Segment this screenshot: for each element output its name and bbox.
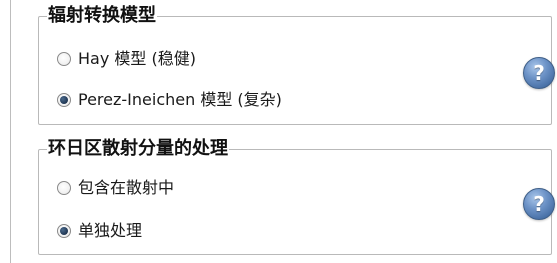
circumsolar-treatment-group: 环日区散射分量的处理 包含在散射中 单独处理 ? bbox=[38, 137, 555, 255]
separate-treatment-label[interactable]: 单独处理 bbox=[78, 220, 142, 242]
transposition-model-group: 辐射转换模型 Hay 模型 (稳健) Perez-Ineichen 模型 (复杂… bbox=[38, 4, 555, 125]
hay-model-radio[interactable] bbox=[57, 52, 71, 66]
hay-model-label[interactable]: Hay 模型 (稳健) bbox=[78, 48, 196, 70]
separate-treatment-option[interactable]: 单独处理 bbox=[57, 220, 142, 242]
include-in-diffuse-option[interactable]: 包含在散射中 bbox=[57, 177, 174, 199]
circumsolar-treatment-title: 环日区散射分量的处理 bbox=[47, 137, 229, 161]
transposition-model-title: 辐射转换模型 bbox=[47, 4, 157, 28]
question-mark-help-icon[interactable]: ? bbox=[523, 188, 555, 220]
hay-model-option[interactable]: Hay 模型 (稳健) bbox=[57, 48, 196, 70]
panel-left-border bbox=[10, 0, 11, 263]
include-in-diffuse-label[interactable]: 包含在散射中 bbox=[78, 177, 174, 199]
separate-treatment-radio[interactable] bbox=[57, 224, 71, 238]
perez-ineichen-model-option[interactable]: Perez-Ineichen 模型 (复杂) bbox=[57, 89, 282, 111]
include-in-diffuse-radio[interactable] bbox=[57, 181, 71, 195]
question-mark-help-icon[interactable]: ? bbox=[523, 57, 555, 89]
perez-ineichen-model-label[interactable]: Perez-Ineichen 模型 (复杂) bbox=[78, 89, 282, 111]
perez-ineichen-model-radio[interactable] bbox=[57, 93, 71, 107]
